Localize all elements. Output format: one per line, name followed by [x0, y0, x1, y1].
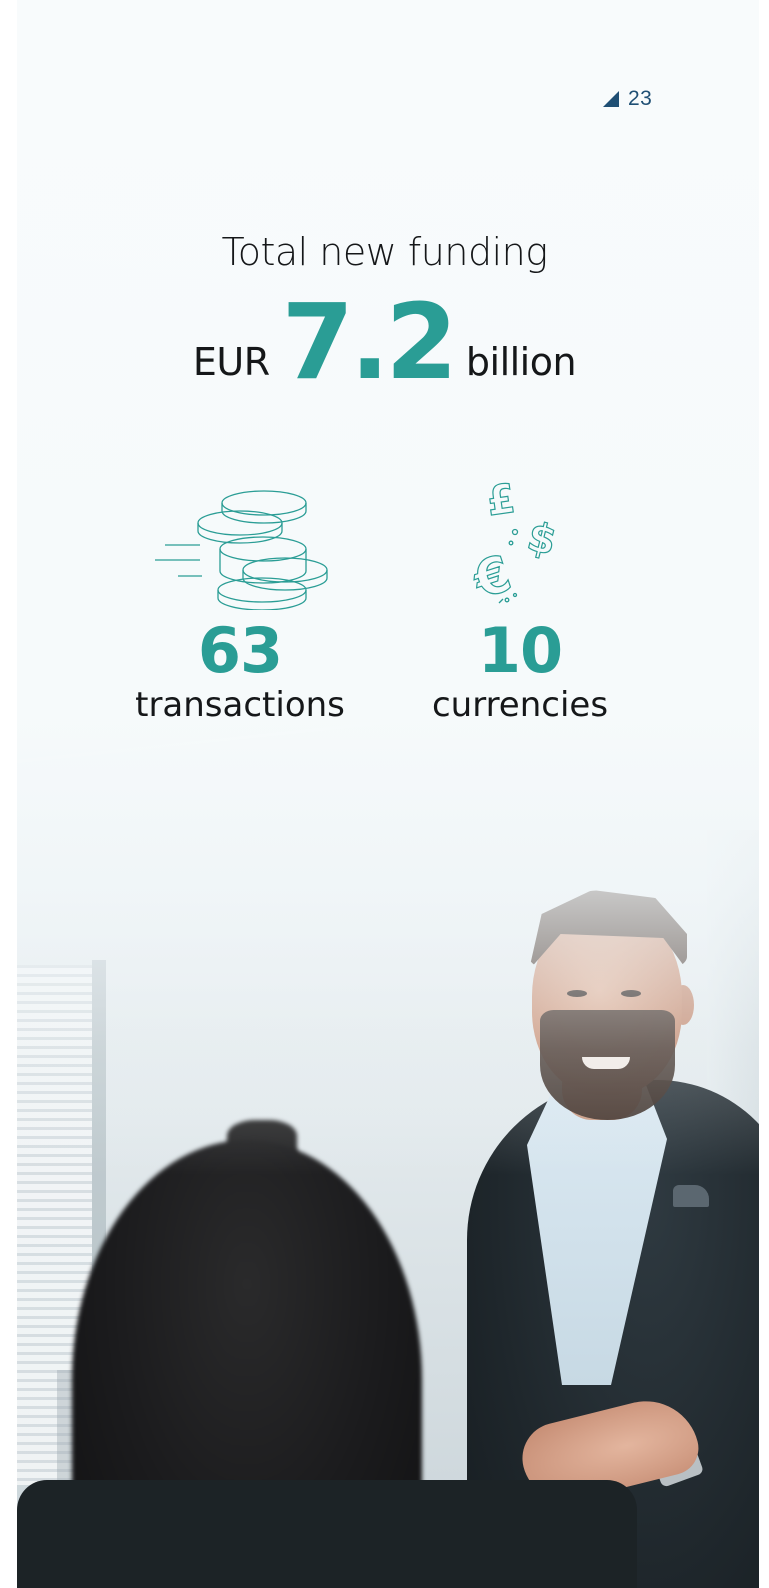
- page-number-marker: 23: [603, 86, 652, 112]
- page-number: 23: [628, 87, 653, 110]
- coin-stack-icon: [155, 490, 328, 610]
- currency-symbols-icon: £ $ €: [465, 475, 561, 610]
- funding-value: 7.2: [281, 281, 458, 403]
- funding-unit: billion: [465, 340, 577, 385]
- headline-title: Total new funding: [221, 230, 548, 274]
- transactions-label: transactions: [135, 685, 345, 725]
- currencies-label: currencies: [431, 685, 609, 725]
- triangle-icon: [603, 91, 619, 107]
- svg-text:$: $: [523, 514, 561, 565]
- currency-code: EUR: [192, 340, 270, 385]
- currencies-count: 10: [477, 614, 563, 687]
- stat-currencies: £ $ € 10 currencies: [370, 475, 670, 722]
- svg-text:€: €: [466, 544, 518, 610]
- transactions-count: 63: [197, 614, 283, 687]
- headline-figure: EUR 7.2 billion: [0, 281, 769, 403]
- svg-text:£: £: [484, 476, 518, 525]
- stat-transactions: 63 transactions: [90, 485, 390, 722]
